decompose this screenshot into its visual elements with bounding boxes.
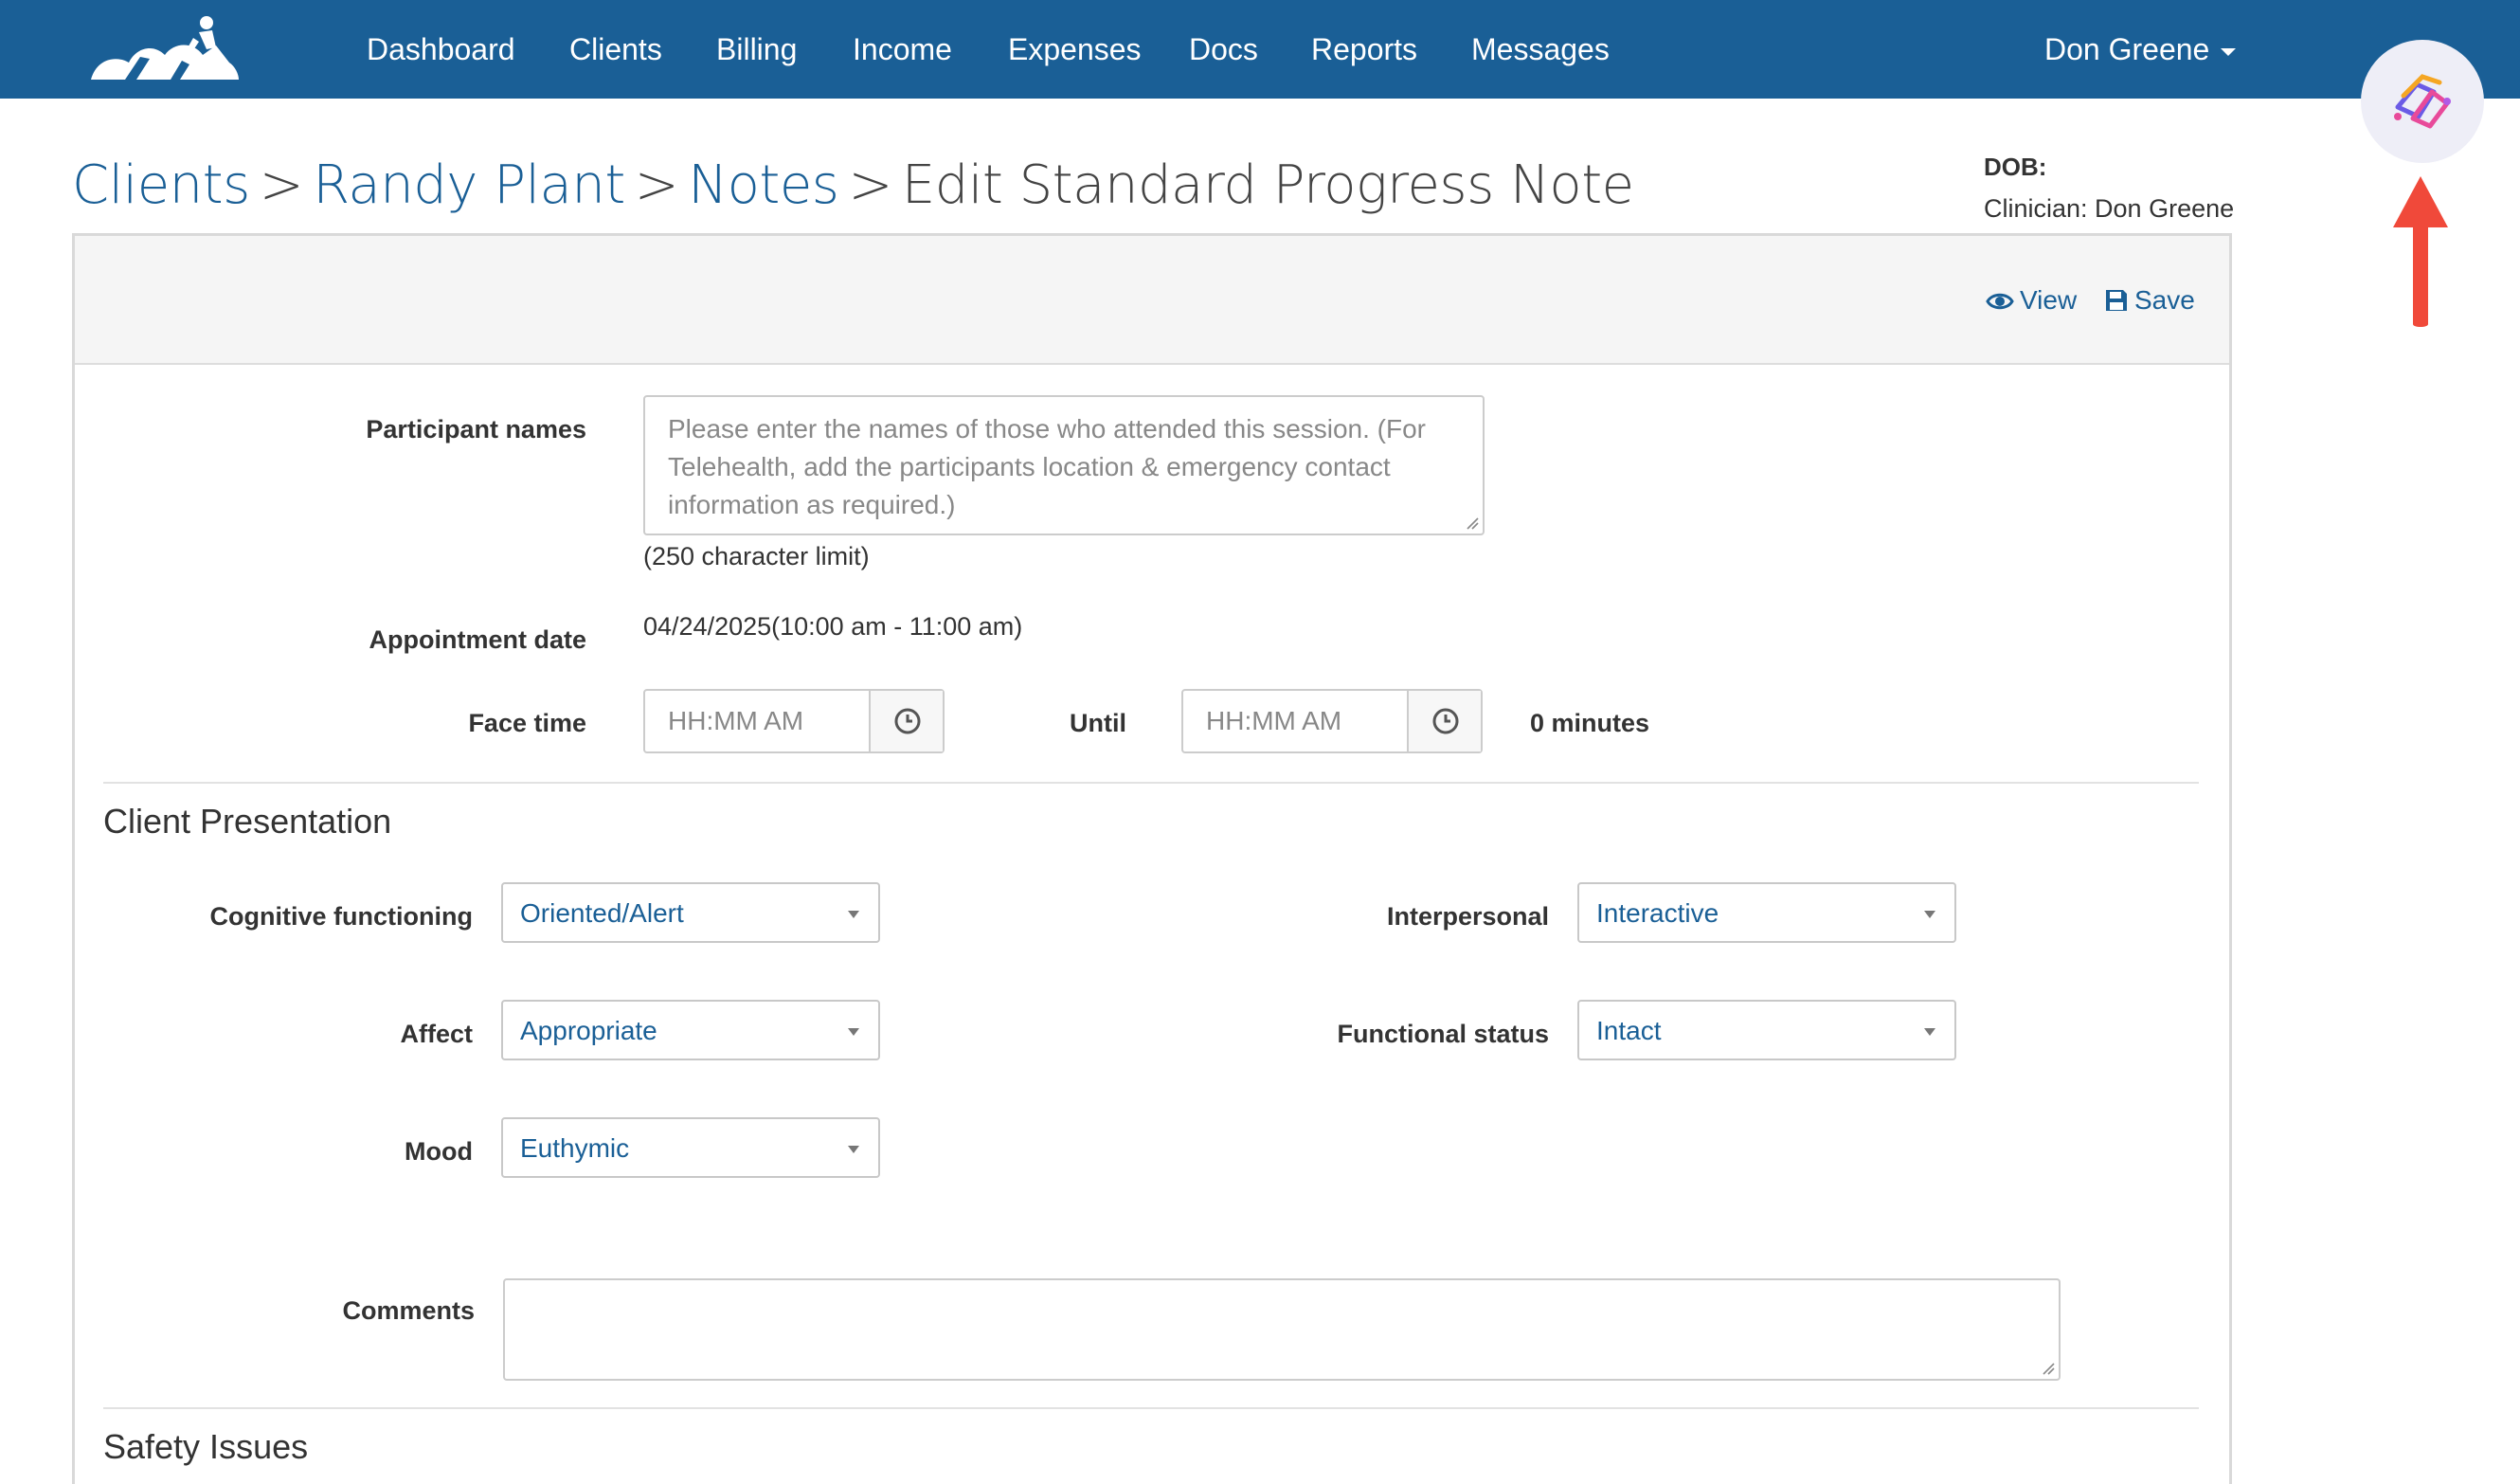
breadcrumb-clients-link[interactable]: Clients [72,154,250,216]
functional-status-value: Intact [1596,1016,1662,1045]
duration-value: 0 minutes [1530,709,1650,737]
breadcrumb-separator: > [848,154,892,216]
until-time-input[interactable]: HH:MM AM [1181,689,1483,753]
view-label: View [2020,285,2078,315]
logo[interactable] [87,9,241,85]
save-label: Save [2134,285,2195,315]
page-title: Edit Standard Progress Note [901,154,1634,216]
view-button[interactable]: View [1986,281,2077,319]
caret-down-icon [2221,47,2237,56]
appointment-date-label: Appointment date [369,625,587,654]
face-time-placeholder: HH:MM AM [668,706,804,735]
interpersonal-value: Interactive [1596,898,1719,928]
assistant-button[interactable] [2361,40,2484,163]
nav-clients[interactable]: Clients [569,28,662,70]
caret-down-icon [848,1146,859,1153]
nav-income[interactable]: Income [853,28,952,70]
safety-issues-title: Safety Issues [103,1427,309,1466]
comments-input[interactable] [503,1278,2061,1381]
dob-label: DOB: [1984,153,2047,181]
resize-handle-icon[interactable] [1466,516,1479,530]
clock-icon [1432,708,1459,734]
caret-down-icon [848,911,859,918]
until-time-placeholder: HH:MM AM [1206,706,1342,735]
participant-names-input[interactable]: Please enter the names of those who atte… [643,395,1485,535]
note-panel: View Save Participant names Please enter… [72,233,2232,1484]
participant-names-hint: (250 character limit) [643,542,870,570]
appointment-date-value: 04/24/2025(10:00 am - 11:00 am) [643,612,1023,641]
resize-handle-icon[interactable] [2042,1362,2055,1375]
cognitive-functioning-select[interactable]: Oriented/Alert [501,882,880,943]
breadcrumb-client-link[interactable]: Randy Plant [313,154,625,216]
cognitive-functioning-label: Cognitive functioning [209,902,473,931]
caret-down-icon [848,1028,859,1036]
eye-icon [1986,293,2014,310]
mood-value: Euthymic [520,1133,630,1163]
until-label: Until [1070,709,1126,737]
face-time-input[interactable]: HH:MM AM [643,689,945,753]
top-navbar: Dashboard Clients Billing Income Expense… [0,0,2520,99]
interpersonal-select[interactable]: Interactive [1577,882,1956,943]
functional-status-select[interactable]: Intact [1577,1000,1956,1060]
until-time-clock-button[interactable] [1407,691,1481,751]
panel-header: View Save [75,236,2229,365]
nav-dashboard[interactable]: Dashboard [367,28,515,70]
breadcrumb-notes-link[interactable]: Notes [688,154,839,216]
caret-down-icon [1924,911,1935,918]
comments-label: Comments [342,1296,475,1325]
save-button[interactable]: Save [2104,281,2195,319]
assistant-icon [2394,74,2451,129]
section-divider [103,1407,2199,1409]
participant-names-placeholder: Please enter the names of those who atte… [668,414,1427,519]
face-time-clock-button[interactable] [869,691,943,751]
nav-docs[interactable]: Docs [1189,28,1258,70]
affect-select[interactable]: Appropriate [501,1000,880,1060]
breadcrumb: Clients > Randy Plant > Notes > Edit Standard … [72,152,1634,220]
caret-down-icon [1924,1028,1935,1036]
face-time-label: Face time [468,709,586,737]
functional-status-label: Functional status [1337,1020,1549,1048]
clinician-info: Clinician: Don Greene [1984,194,2235,223]
participant-names-label: Participant names [366,415,586,443]
breadcrumb-separator: > [634,154,679,216]
section-divider [103,782,2199,784]
nav-billing[interactable]: Billing [716,28,797,70]
interpersonal-label: Interpersonal [1386,902,1549,931]
nav-messages[interactable]: Messages [1471,28,1610,70]
breadcrumb-separator: > [259,154,304,216]
cognitive-functioning-value: Oriented/Alert [520,898,684,928]
affect-value: Appropriate [520,1016,657,1045]
clock-icon [894,708,921,734]
nav-expenses[interactable]: Expenses [1008,28,1142,70]
mood-label: Mood [405,1137,473,1166]
user-name: Don Greene [2044,32,2210,66]
affect-label: Affect [400,1020,473,1048]
mood-select[interactable]: Euthymic [501,1117,880,1178]
user-menu[interactable]: Don Greene [2044,28,2237,70]
client-presentation-title: Client Presentation [103,802,392,841]
nav-reports[interactable]: Reports [1311,28,1417,70]
red-arrow-icon [2393,176,2448,327]
floppy-disk-icon [2106,290,2127,311]
